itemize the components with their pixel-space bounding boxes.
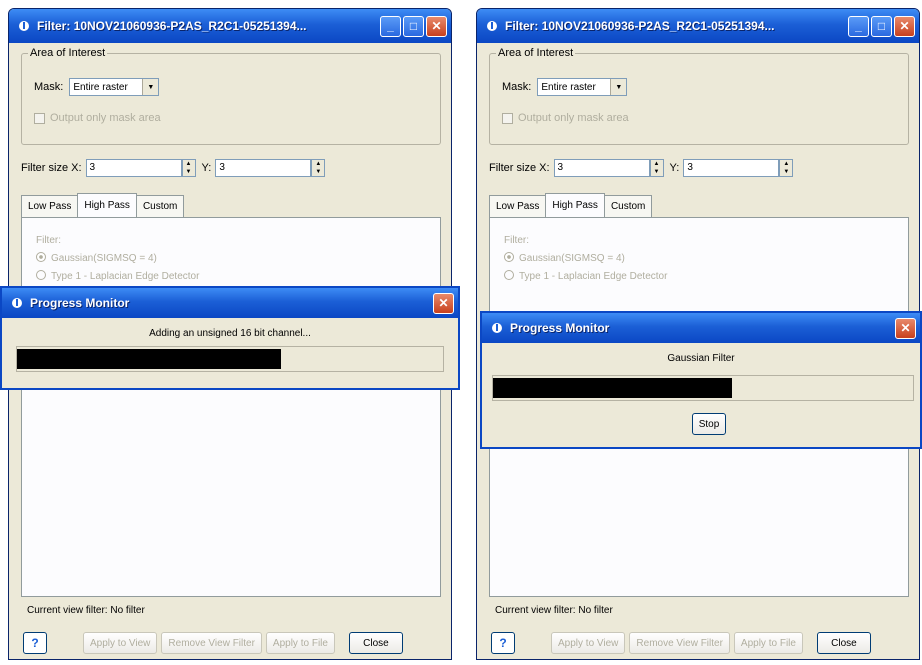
filter-size-x-input[interactable]: 3 bbox=[85, 159, 182, 177]
group-legend: Area of Interest bbox=[496, 47, 576, 59]
radio-gaussian[interactable] bbox=[36, 252, 46, 262]
window-title: Filter: 10NOV21060936-P2AS_R2C1-05251394… bbox=[37, 19, 307, 33]
close-window-button[interactable]: ✕ bbox=[894, 15, 915, 37]
spinner-arrows-icon[interactable]: ▲ ▼ bbox=[311, 159, 326, 177]
remove-view-filter-button[interactable]: Remove View Filter bbox=[161, 632, 262, 654]
spinner-arrows-icon[interactable]: ▲ ▼ bbox=[181, 159, 196, 177]
current-view-filter: Current view filter: No filter bbox=[27, 605, 145, 616]
progress-title-bar[interactable]: Progress Monitor ✕ bbox=[482, 313, 920, 343]
apply-to-view-button[interactable]: Apply to View bbox=[83, 632, 158, 654]
mask-label: Mask: bbox=[502, 81, 532, 93]
radio-gaussian-label: Gaussian(SIGMSQ = 4) bbox=[51, 253, 157, 264]
filter-size-y-input[interactable]: 3 bbox=[683, 159, 780, 177]
filter-size-y-input[interactable]: 3 bbox=[215, 159, 312, 177]
mask-select-value: Entire raster bbox=[541, 81, 596, 93]
close-window-button[interactable]: ✕ bbox=[895, 317, 916, 339]
progress-title: Progress Monitor bbox=[510, 321, 610, 335]
radio-gaussian[interactable] bbox=[504, 252, 514, 262]
filter-size-x-label: Filter size X: bbox=[21, 162, 82, 174]
radio-laplacian-label: Type 1 - Laplacian Edge Detector bbox=[519, 271, 668, 282]
apply-to-view-button[interactable]: Apply to View bbox=[551, 632, 626, 654]
tab-high-pass[interactable]: High Pass bbox=[545, 193, 605, 217]
progress-title-bar[interactable]: Progress Monitor ✕ bbox=[2, 288, 458, 318]
mask-select[interactable]: Entire raster ▼ bbox=[537, 78, 628, 96]
stop-button[interactable]: Stop bbox=[692, 413, 726, 435]
radio-laplacian[interactable] bbox=[36, 270, 46, 280]
filter-size-x-stepper[interactable]: 3 ▲ ▼ bbox=[553, 159, 664, 177]
tab-panel: Filter: Gaussian(SIGMSQ = 4) Type 1 - La… bbox=[21, 217, 441, 597]
tab-low-pass[interactable]: Low Pass bbox=[21, 195, 79, 217]
close-button[interactable]: Close bbox=[348, 632, 403, 654]
filter-label: Filter: bbox=[36, 235, 61, 246]
apply-to-file-button[interactable]: Apply to File bbox=[733, 632, 803, 654]
radio-laplacian-label: Type 1 - Laplacian Edge Detector bbox=[51, 271, 200, 282]
maximize-button[interactable]: □ bbox=[871, 15, 892, 37]
progress-bar bbox=[492, 375, 914, 401]
filter-size-x-input[interactable]: 3 bbox=[553, 159, 650, 177]
tab-custom[interactable]: Custom bbox=[135, 195, 185, 217]
progress-message: Gaussian Filter bbox=[667, 353, 735, 364]
progress-bar bbox=[16, 346, 444, 372]
remove-view-filter-button[interactable]: Remove View Filter bbox=[629, 632, 730, 654]
progress-bar-fill bbox=[493, 378, 733, 398]
title-bar[interactable]: Filter: 10NOV21060936-P2AS_R2C1-05251394… bbox=[9, 9, 451, 43]
output-mask-checkbox[interactable] bbox=[502, 112, 513, 124]
filter-label: Filter: bbox=[504, 235, 529, 246]
filter-size-y-label: Y: bbox=[201, 162, 212, 174]
app-icon bbox=[492, 323, 502, 333]
current-view-filter: Current view filter: No filter bbox=[495, 605, 613, 616]
minimize-button[interactable]: _ bbox=[380, 15, 401, 37]
spinner-arrows-icon[interactable]: ▲ ▼ bbox=[779, 159, 794, 177]
tab-high-pass[interactable]: High Pass bbox=[77, 193, 137, 217]
filter-size-y-label: Y: bbox=[669, 162, 680, 174]
mask-label: Mask: bbox=[34, 81, 64, 93]
mask-select-value: Entire raster bbox=[73, 81, 128, 93]
output-mask-checkbox[interactable] bbox=[34, 112, 45, 124]
tab-custom[interactable]: Custom bbox=[603, 195, 653, 217]
chevron-down-icon[interactable]: ▼ bbox=[142, 79, 159, 95]
window-title: Filter: 10NOV21060936-P2AS_R2C1-05251394… bbox=[505, 19, 775, 33]
spinner-arrows-icon[interactable]: ▲ ▼ bbox=[649, 159, 664, 177]
chevron-down-icon[interactable]: ▼ bbox=[610, 79, 627, 95]
progress-bar-fill bbox=[17, 349, 282, 369]
progress-monitor-right: Progress Monitor ✕ Gaussian Filter Stop bbox=[480, 311, 922, 449]
close-window-button[interactable]: ✕ bbox=[426, 15, 447, 37]
filter-size-y-stepper[interactable]: 3 ▲ ▼ bbox=[683, 159, 794, 177]
group-legend: Area of Interest bbox=[28, 47, 108, 59]
filter-size-x-label: Filter size X: bbox=[489, 162, 550, 174]
apply-to-file-button[interactable]: Apply to File bbox=[265, 632, 335, 654]
help-icon[interactable]: ? bbox=[491, 632, 515, 654]
area-of-interest-group: Area of Interest Mask: Entire raster ▼ O… bbox=[489, 47, 909, 145]
radio-gaussian-label: Gaussian(SIGMSQ = 4) bbox=[519, 253, 625, 264]
maximize-button[interactable]: □ bbox=[403, 15, 424, 37]
area-of-interest-group: Area of Interest Mask: Entire raster ▼ O… bbox=[21, 47, 441, 145]
mask-select[interactable]: Entire raster ▼ bbox=[69, 78, 160, 96]
output-mask-label: Output only mask area bbox=[518, 112, 629, 124]
app-icon bbox=[19, 21, 29, 31]
progress-message: Adding an unsigned 16 bit channel... bbox=[149, 328, 311, 339]
minimize-button[interactable]: _ bbox=[848, 15, 869, 37]
progress-title: Progress Monitor bbox=[30, 296, 130, 310]
output-mask-label: Output only mask area bbox=[50, 112, 161, 124]
close-button[interactable]: Close bbox=[816, 632, 871, 654]
filter-size-x-stepper[interactable]: 3 ▲ ▼ bbox=[85, 159, 196, 177]
close-window-button[interactable]: ✕ bbox=[433, 292, 454, 314]
app-icon bbox=[12, 298, 22, 308]
help-icon[interactable]: ? bbox=[23, 632, 47, 654]
radio-laplacian[interactable] bbox=[504, 270, 514, 280]
app-icon bbox=[487, 21, 497, 31]
progress-monitor-left: Progress Monitor ✕ Adding an unsigned 16… bbox=[0, 286, 460, 390]
title-bar[interactable]: Filter: 10NOV21060936-P2AS_R2C1-05251394… bbox=[477, 9, 919, 43]
filter-size-y-stepper[interactable]: 3 ▲ ▼ bbox=[215, 159, 326, 177]
tab-low-pass[interactable]: Low Pass bbox=[489, 195, 547, 217]
